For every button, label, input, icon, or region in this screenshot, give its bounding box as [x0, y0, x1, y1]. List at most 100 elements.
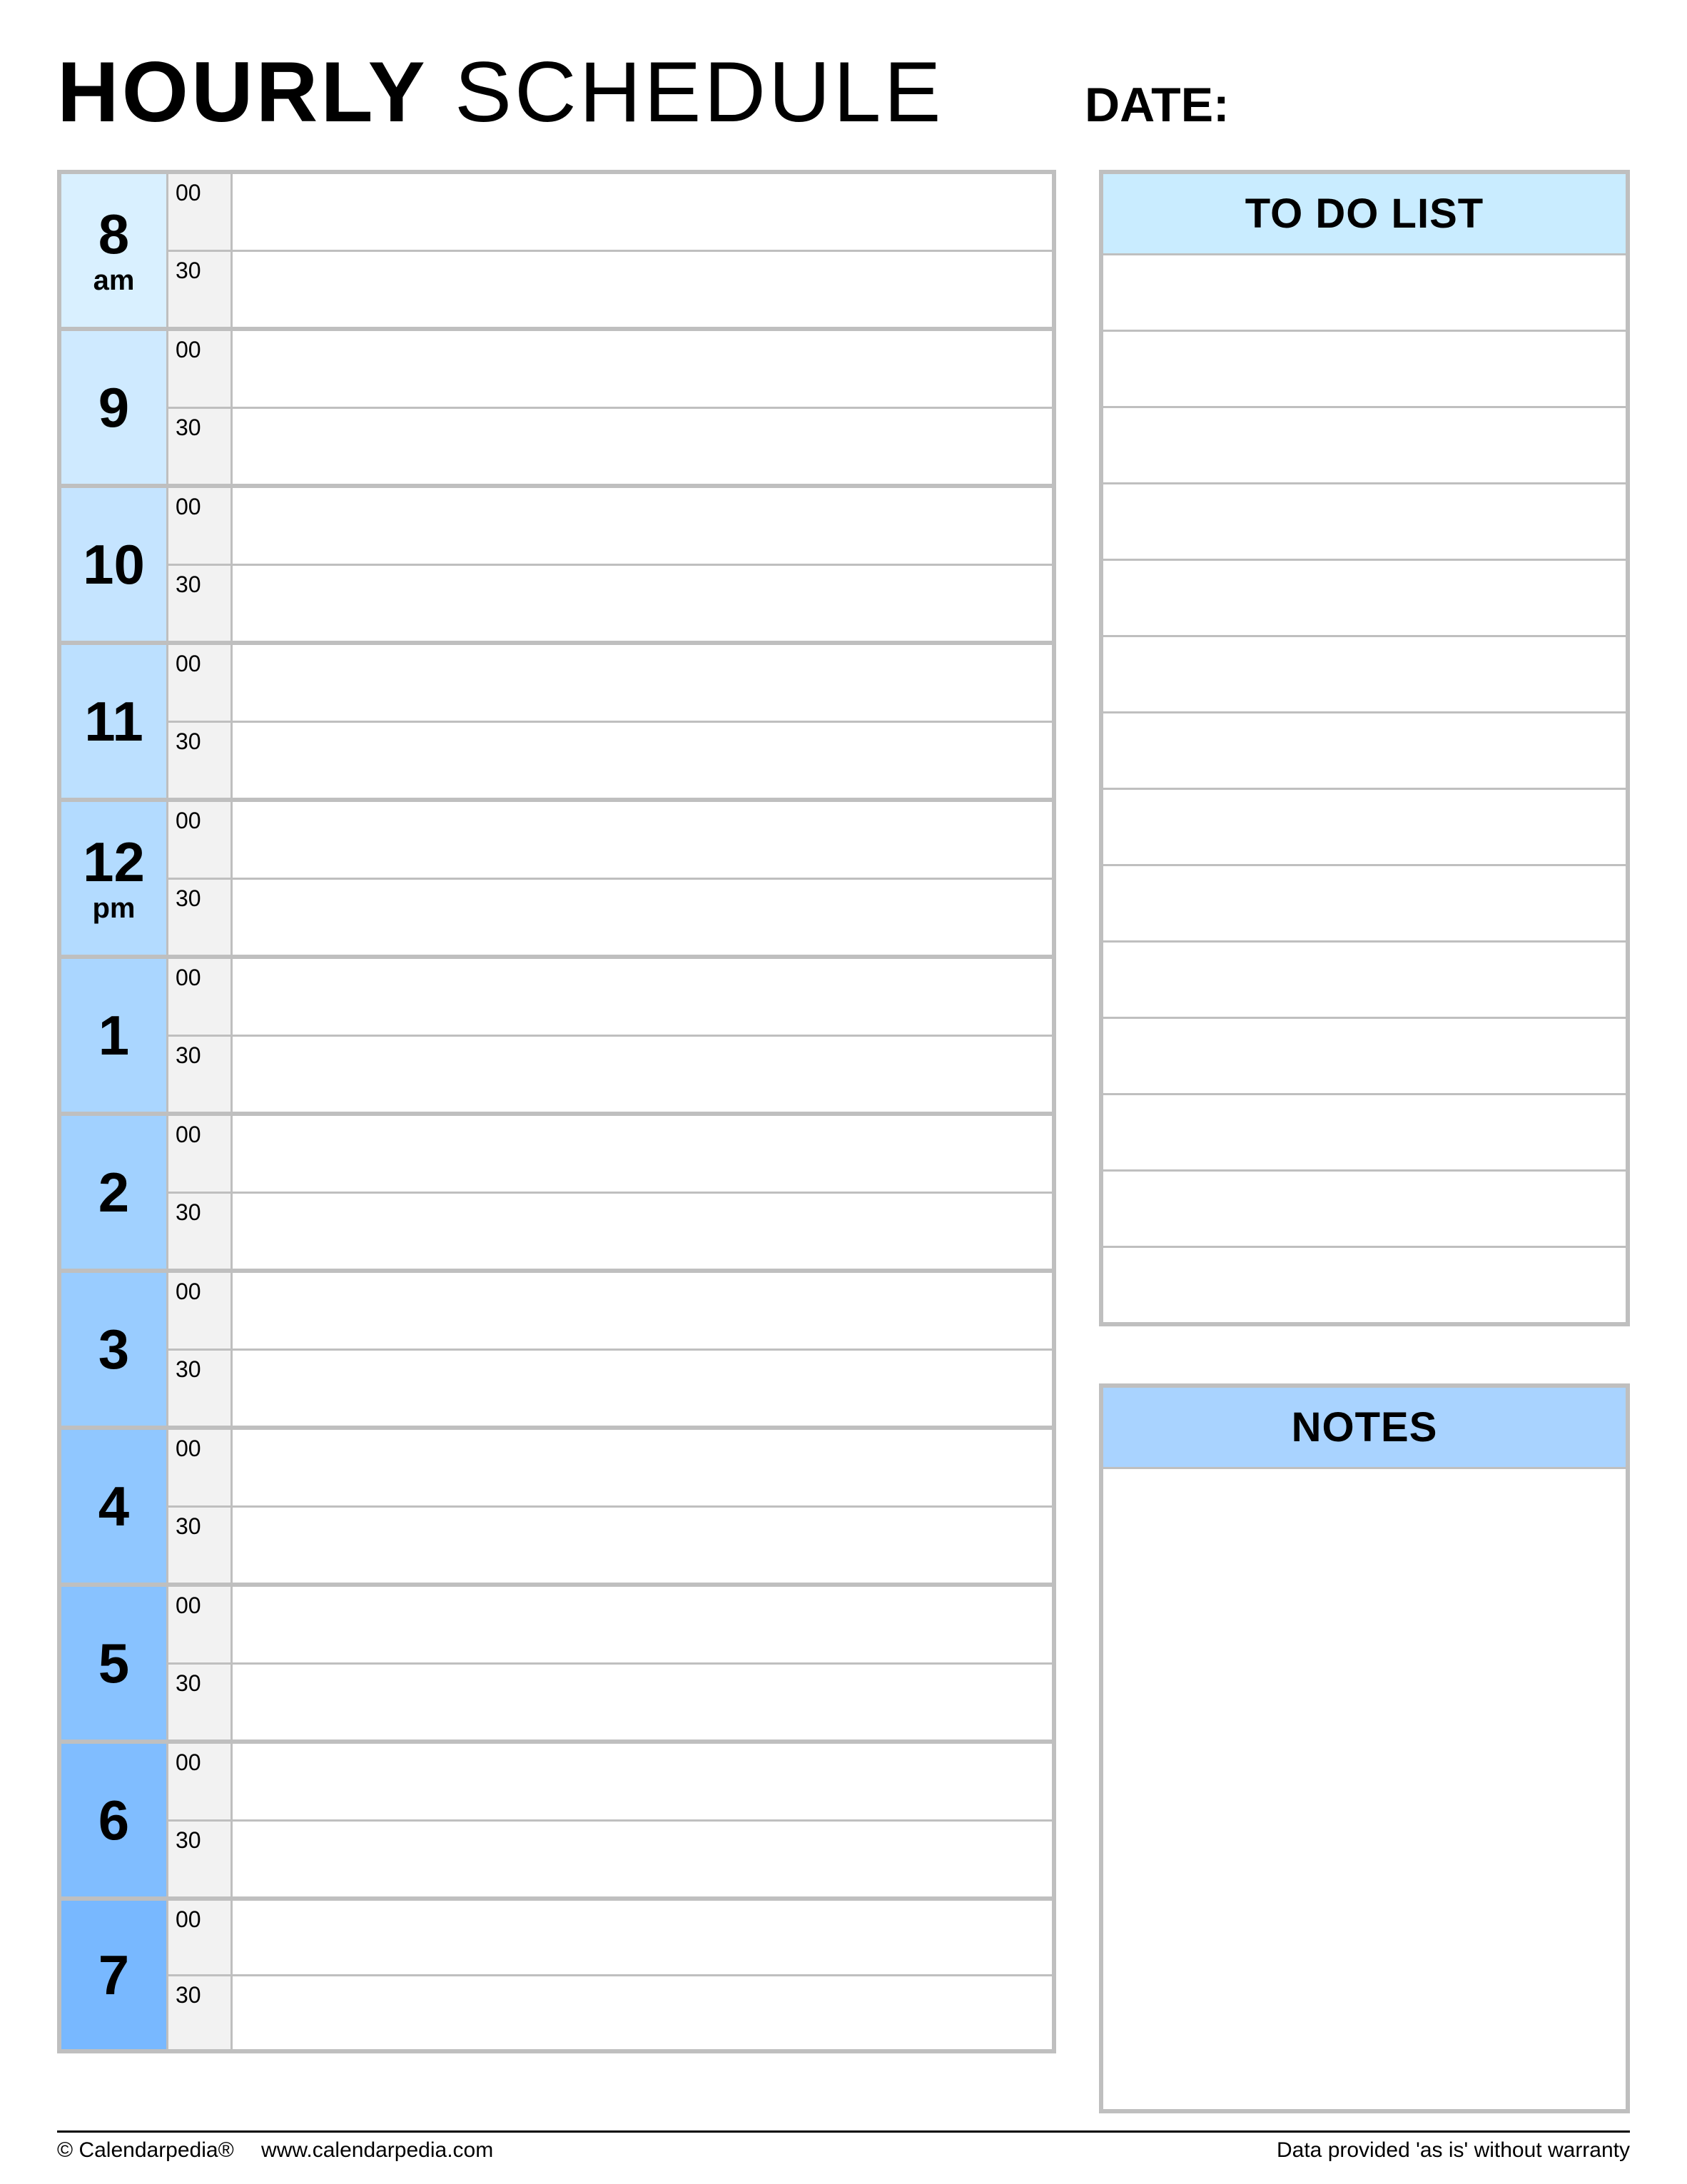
minute-label: 30: [168, 723, 233, 798]
hour-row: 30: [168, 252, 1052, 327]
todo-row[interactable]: [1103, 1169, 1626, 1246]
hour-row: 30: [168, 723, 1052, 798]
minute-label: 30: [168, 880, 233, 955]
hour-number: 1: [98, 1007, 129, 1063]
minute-label: 30: [168, 1194, 233, 1269]
hour-row: 30: [168, 1976, 1052, 2050]
hour-label: 7: [61, 1901, 168, 2049]
notes-header: NOTES: [1103, 1388, 1626, 1467]
schedule-entry[interactable]: [233, 1430, 1052, 1505]
schedule-entry[interactable]: [233, 1822, 1052, 1897]
footer-copyright: © Calendarpedia®: [57, 2138, 234, 2162]
hour-block: 20030: [57, 1112, 1056, 1269]
schedule-entry[interactable]: [233, 959, 1052, 1035]
hour-row: 00: [168, 1273, 1052, 1351]
minute-label: 30: [168, 1037, 233, 1112]
todo-row[interactable]: [1103, 406, 1626, 482]
hour-row: 00: [168, 645, 1052, 723]
todo-row[interactable]: [1103, 1017, 1626, 1093]
schedule-entry[interactable]: [233, 1194, 1052, 1269]
hour-row: 30: [168, 880, 1052, 955]
schedule-entry[interactable]: [233, 1587, 1052, 1662]
minute-label: 00: [168, 1587, 233, 1662]
hour-number: 5: [98, 1635, 129, 1691]
todo-row[interactable]: [1103, 253, 1626, 330]
hour-block: 12pm0030: [57, 798, 1056, 955]
schedule-entry[interactable]: [233, 723, 1052, 798]
minute-label: 30: [168, 1508, 233, 1583]
minute-label: 00: [168, 645, 233, 721]
todo-row[interactable]: [1103, 864, 1626, 940]
todo-row[interactable]: [1103, 1246, 1626, 1322]
schedule-entry[interactable]: [233, 1901, 1052, 1974]
minute-label: 30: [168, 566, 233, 641]
hour-row: 00: [168, 1901, 1052, 1976]
schedule-entry[interactable]: [233, 252, 1052, 327]
todo-header: TO DO LIST: [1103, 174, 1626, 253]
minute-label: 00: [168, 1273, 233, 1349]
notes-body[interactable]: [1103, 1467, 1626, 2109]
hour-number: 12: [83, 834, 145, 890]
schedule-entry[interactable]: [233, 802, 1052, 878]
schedule-entry[interactable]: [233, 174, 1052, 250]
schedule-entry[interactable]: [233, 1351, 1052, 1426]
schedule-entry[interactable]: [233, 331, 1052, 407]
todo-row[interactable]: [1103, 635, 1626, 711]
hour-block: 70030: [57, 1896, 1056, 2053]
schedule-entry[interactable]: [233, 409, 1052, 484]
schedule-entry[interactable]: [233, 488, 1052, 564]
todo-row[interactable]: [1103, 559, 1626, 635]
schedule-entry[interactable]: [233, 1116, 1052, 1192]
minute-label: 00: [168, 1430, 233, 1505]
schedule-entry[interactable]: [233, 1665, 1052, 1740]
schedule-entry[interactable]: [233, 1037, 1052, 1112]
hour-label: 11: [61, 645, 168, 798]
minute-label: 00: [168, 1116, 233, 1192]
date-label: DATE:: [1085, 77, 1230, 133]
title-bold: HOURLY: [57, 44, 428, 140]
footer-disclaimer: Data provided 'as is' without warranty: [1277, 2138, 1630, 2163]
hour-row: 30: [168, 1351, 1052, 1426]
todo-row[interactable]: [1103, 940, 1626, 1017]
hour-block: 8am0030: [57, 170, 1056, 327]
todo-row[interactable]: [1103, 1093, 1626, 1169]
hourly-schedule: 8am00309003010003011003012pm003010030200…: [57, 170, 1056, 2113]
schedule-entry[interactable]: [233, 566, 1052, 641]
hour-row: 00: [168, 1587, 1052, 1665]
hour-row: 30: [168, 1508, 1052, 1583]
hour-row: 00: [168, 174, 1052, 252]
hour-label: 2: [61, 1116, 168, 1269]
footer: © Calendarpedia® www.calendarpedia.com D…: [57, 2130, 1630, 2163]
minute-label: 30: [168, 1976, 233, 2050]
hour-row: 30: [168, 1822, 1052, 1897]
schedule-entry[interactable]: [233, 1508, 1052, 1583]
todo-row[interactable]: [1103, 788, 1626, 864]
minute-label: 30: [168, 1351, 233, 1426]
hour-block: 60030: [57, 1739, 1056, 1896]
hour-label: 10: [61, 488, 168, 641]
minute-label: 30: [168, 409, 233, 484]
hour-label: 8am: [61, 174, 168, 327]
title-light: SCHEDULE: [428, 44, 944, 140]
schedule-entry[interactable]: [233, 1273, 1052, 1349]
hour-label: 6: [61, 1744, 168, 1896]
todo-row[interactable]: [1103, 330, 1626, 406]
schedule-entry[interactable]: [233, 645, 1052, 721]
minute-label: 00: [168, 331, 233, 407]
schedule-entry[interactable]: [233, 1744, 1052, 1819]
minute-label: 00: [168, 174, 233, 250]
hour-row: 00: [168, 488, 1052, 566]
schedule-entry[interactable]: [233, 1976, 1052, 2050]
minute-label: 30: [168, 252, 233, 327]
schedule-entry[interactable]: [233, 880, 1052, 955]
hour-label: 12pm: [61, 802, 168, 955]
hour-number: 9: [98, 380, 129, 435]
hour-label: 4: [61, 1430, 168, 1583]
hour-row: 00: [168, 331, 1052, 409]
hour-row: 30: [168, 1037, 1052, 1112]
hour-row: 00: [168, 1430, 1052, 1508]
todo-row[interactable]: [1103, 482, 1626, 559]
hour-number: 3: [98, 1321, 129, 1377]
hour-row: 30: [168, 1665, 1052, 1740]
todo-row[interactable]: [1103, 711, 1626, 788]
